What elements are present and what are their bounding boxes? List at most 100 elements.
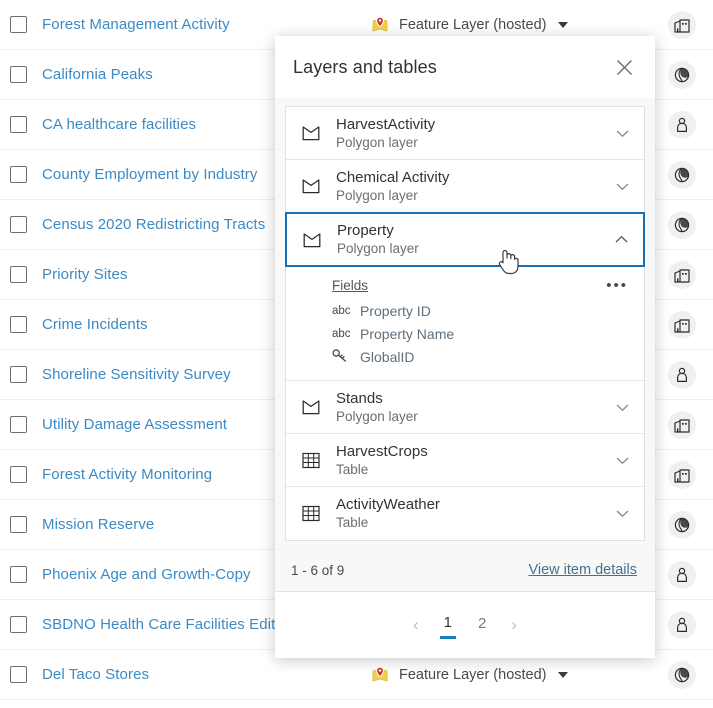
building-icon[interactable] [668, 410, 696, 439]
layer-item-subtitle: Table [336, 461, 369, 477]
person-icon[interactable] [668, 360, 696, 389]
item-type-selector[interactable]: Feature Layer (hosted) [370, 15, 568, 35]
layer-item-subtitle: Polygon layer [336, 408, 418, 424]
layer-item-name: Stands [336, 389, 383, 407]
chevron-down-icon[interactable] [612, 403, 632, 412]
table-icon [300, 452, 322, 469]
layer-item-subtitle: Table [336, 515, 369, 531]
chevron-down-icon[interactable] [612, 129, 632, 138]
field-row[interactable]: abc Property Name [332, 322, 630, 345]
item-title-link[interactable]: Crime Incidents [42, 316, 148, 333]
layer-item-subtitle: Polygon layer [336, 134, 418, 150]
item-title-link[interactable]: California Peaks [42, 66, 153, 83]
pagination-prev-icon[interactable]: ‹ [410, 615, 422, 635]
polygon-layer-icon [300, 178, 322, 194]
person-icon[interactable] [668, 110, 696, 139]
layer-item-name: Property [337, 222, 394, 240]
dialog-title: Layers and tables [293, 56, 437, 77]
item-title-link[interactable]: Utility Damage Assessment [42, 416, 227, 433]
layer-list-item[interactable]: Property Polygon layer [285, 212, 645, 267]
layer-item-text: Stands Polygon layer [336, 389, 612, 425]
pagination-next-icon[interactable]: › [508, 615, 520, 635]
key-field-icon [332, 348, 351, 365]
globe-icon[interactable] [668, 210, 696, 239]
chevron-down-icon[interactable] [557, 671, 568, 678]
layer-list: HarvestActivity Polygon layer Chemical Act… [285, 106, 645, 541]
field-label: Property ID [360, 302, 431, 319]
item-checkbox[interactable] [10, 266, 27, 283]
item-checkbox[interactable] [10, 16, 27, 33]
chevron-up-icon[interactable] [611, 235, 631, 244]
item-checkbox[interactable] [10, 666, 27, 683]
item-checkbox[interactable] [10, 216, 27, 233]
layer-item-name: ActivityWeather [336, 496, 440, 514]
item-title-link[interactable]: SBDNO Health Care Facilities Edit [42, 616, 275, 633]
item-checkbox[interactable] [10, 316, 27, 333]
item-type-label: Feature Layer (hosted) [399, 666, 547, 683]
globe-icon[interactable] [668, 510, 696, 539]
layer-item-name: HarvestCrops [336, 442, 428, 460]
building-icon[interactable] [668, 460, 696, 489]
item-checkbox[interactable] [10, 566, 27, 583]
item-title-link[interactable]: CA healthcare facilities [42, 116, 196, 133]
item-checkbox[interactable] [10, 366, 27, 383]
chevron-down-icon[interactable] [612, 182, 632, 191]
layer-list-item[interactable]: Chemical Activity Polygon layer [286, 160, 644, 213]
person-icon[interactable] [668, 610, 696, 639]
item-title-link[interactable]: County Employment by Industry [42, 166, 258, 183]
fields-header: Fields ••• [332, 278, 630, 294]
polygon-layer-icon [300, 399, 322, 415]
item-type-selector[interactable]: Feature Layer (hosted) [370, 665, 568, 685]
item-title-link[interactable]: Shoreline Sensitivity Survey [42, 366, 231, 383]
building-icon[interactable] [668, 260, 696, 289]
layer-list-item[interactable]: ActivityWeather Table [286, 487, 644, 540]
item-title-link[interactable]: Census 2020 Redistricting Tracts [42, 216, 265, 233]
globe-icon[interactable] [668, 660, 696, 689]
building-icon[interactable] [668, 10, 696, 39]
footer-summary-row: 1 - 6 of 9 View item details [275, 550, 655, 592]
chevron-down-icon[interactable] [612, 456, 632, 465]
globe-icon[interactable] [668, 60, 696, 89]
polygon-layer-icon [301, 232, 323, 248]
text-field-icon: abc [332, 304, 351, 317]
layer-list-item[interactable]: HarvestActivity Polygon layer [286, 107, 644, 160]
item-checkbox[interactable] [10, 516, 27, 533]
layers-and-tables-dialog: Layers and tables HarvestActivity Polygon… [275, 36, 655, 658]
layer-item-name: HarvestActivity [336, 115, 436, 133]
layer-list-item[interactable]: HarvestCrops Table [286, 434, 644, 487]
field-label: GlobalID [360, 348, 415, 365]
item-checkbox[interactable] [10, 416, 27, 433]
item-checkbox[interactable] [10, 116, 27, 133]
layer-list-item[interactable]: Stands Polygon layer [286, 381, 644, 434]
chevron-down-icon[interactable] [612, 509, 632, 518]
dialog-header: Layers and tables [275, 36, 655, 98]
pagination-page-1[interactable]: 1 [439, 612, 456, 639]
map-pin-icon [370, 15, 390, 35]
item-type-label: Feature Layer (hosted) [399, 16, 547, 33]
field-row[interactable]: GlobalID [332, 345, 630, 368]
field-row[interactable]: abc Property ID [332, 299, 630, 322]
item-checkbox[interactable] [10, 466, 27, 483]
person-icon[interactable] [668, 560, 696, 589]
fields-panel: Fields ••• abc Property ID abc Property Name G… [286, 267, 644, 381]
item-title-link[interactable]: Phoenix Age and Growth-Copy [42, 566, 251, 583]
item-checkbox[interactable] [10, 166, 27, 183]
close-icon[interactable] [611, 54, 637, 80]
text-field-icon: abc [332, 327, 351, 340]
item-title-link[interactable]: Del Taco Stores [42, 666, 149, 683]
item-checkbox[interactable] [10, 616, 27, 633]
overflow-menu-icon[interactable]: ••• [606, 278, 630, 293]
globe-icon[interactable] [668, 160, 696, 189]
item-checkbox[interactable] [10, 66, 27, 83]
view-item-details-link[interactable]: View item details [528, 562, 637, 578]
building-icon[interactable] [668, 310, 696, 339]
fields-link[interactable]: Fields [332, 278, 368, 293]
item-title-link[interactable]: Priority Sites [42, 266, 128, 283]
chevron-down-icon[interactable] [557, 21, 568, 28]
item-title-link[interactable]: Mission Reserve [42, 516, 154, 533]
layer-item-text: ActivityWeather Table [336, 495, 612, 531]
dialog-footer: 1 - 6 of 9 View item details ‹ 1 2 › [275, 550, 655, 658]
item-title-link[interactable]: Forest Management Activity [42, 16, 230, 33]
item-title-link[interactable]: Forest Activity Monitoring [42, 466, 212, 483]
pagination-page-2[interactable]: 2 [474, 613, 490, 637]
